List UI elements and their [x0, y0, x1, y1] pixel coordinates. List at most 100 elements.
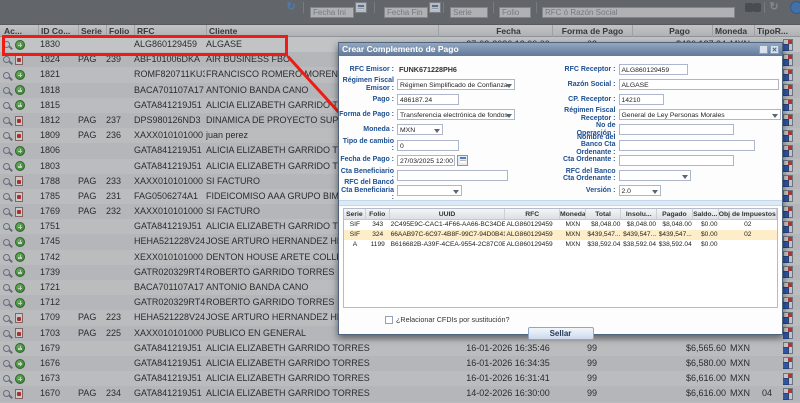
form-field: RFC del Banco Cta Beneficiaria : [339, 183, 561, 198]
cfdi-uuid: B616682B-A39F-4CEA-9554-2C87C0B9ED5A8 [390, 240, 506, 250]
field-input[interactable] [619, 124, 734, 135]
field-input[interactable]: 14210 [619, 94, 664, 105]
form-field: Forma de Pago : Transferencia electrónic… [339, 107, 561, 122]
field-input[interactable]: 27/03/2025 12:00 [397, 155, 455, 166]
field-input[interactable]: 486187.24 [397, 94, 459, 105]
sellar-button[interactable]: Sellar [528, 327, 594, 340]
form-field: RFC Receptor : ALG860129459 [561, 62, 783, 77]
crear-complemento-de-pago-dialog: Crear Complemento de Pago RFC Emisor : F… [338, 42, 783, 335]
field-label: Régimen Fiscal Emisor : [339, 77, 397, 92]
field-label: Razón Social : [561, 81, 619, 89]
cfdi-saldo: $0.00 [693, 240, 719, 250]
cfdi-row[interactable]: A 1199 B616682B-A39F-4CEA-9554-2C87C0B9E… [344, 240, 777, 250]
field-input[interactable]: MXN [397, 124, 443, 135]
field-input[interactable]: ALG860129459 [619, 64, 688, 75]
field-input[interactable]: FUNK671228PH6 [397, 64, 487, 75]
field-label: Versión : [561, 187, 619, 195]
cfdi-rfc: ALG860129459 [505, 220, 559, 230]
cfdi-grid-header: Serie Folio UUID RFC Moneda Total Insolu… [344, 209, 777, 220]
form-field: Pago : 486187.24 [339, 92, 561, 107]
column-header[interactable]: Obj de Impuestos [719, 209, 777, 219]
field-input[interactable] [397, 185, 462, 196]
field-input[interactable]: ALGASE [619, 79, 779, 90]
dialog-title: Crear Complemento de Pago [342, 43, 757, 56]
field-input[interactable]: Transferencia electrónica de fondos [397, 109, 515, 120]
column-header[interactable]: Pagado [657, 209, 693, 219]
form-field: Régimen Fiscal Emisor : Régimen Simplifi… [339, 77, 561, 92]
cfdi-uuid: 2C495E9C-CAC1-4F66-AA66-BC34DE2C5EDF [390, 220, 506, 230]
cfdi-serie: SIF [344, 220, 366, 230]
cfdi-moneda: MXN [560, 230, 586, 240]
field-input[interactable] [619, 170, 691, 181]
column-header[interactable]: Moneda [560, 209, 586, 219]
form-field: Razón Social : ALGASE [561, 77, 783, 92]
field-input[interactable] [619, 155, 734, 166]
field-label: Tipo de cambio : [339, 138, 397, 153]
field-input[interactable] [397, 170, 508, 181]
column-header[interactable]: Folio [366, 209, 390, 219]
cfdi-saldo: $0.00 [693, 230, 719, 240]
calendar-icon[interactable] [457, 155, 468, 166]
cfdi-folio: 1199 [366, 240, 390, 250]
column-header[interactable]: Serie [344, 209, 366, 219]
form-field: CP. Receptor : 14210 [561, 92, 783, 107]
cfdi-grid: Serie Folio UUID RFC Moneda Total Insolu… [343, 208, 778, 308]
form-field: Moneda : MXN [339, 122, 561, 137]
cfdi-saldo: $0.00 [693, 220, 719, 230]
column-header[interactable]: Total [586, 209, 622, 219]
column-header[interactable]: Saldo... [693, 209, 719, 219]
field-input[interactable]: Régimen Simplificado de Confianza [397, 79, 515, 90]
close-icon[interactable] [770, 45, 779, 54]
field-label: Nombre del Banco Cta Ordenante : [561, 134, 619, 157]
cfdi-folio: 324 [366, 230, 390, 240]
relacionar-cfdis-row: ¿Relacionar CFDIs por sustitución? [385, 315, 782, 324]
field-input[interactable] [619, 140, 755, 151]
cfdi-serie: A [344, 240, 366, 250]
form-field: Tipo de cambio : 0 [339, 137, 561, 152]
app-window: ↻ ↻ Ac... ID Co... Serie Folio RFC Clien… [0, 0, 800, 403]
cfdi-row[interactable]: SIF 343 2C495E9C-CAC1-4F66-AA66-BC34DE2C… [344, 220, 777, 230]
cfdi-pagado: $38,592.04 [657, 240, 693, 250]
field-input[interactable]: General de Ley Personas Morales [619, 109, 781, 120]
cfdi-serie: SIF [344, 230, 366, 240]
field-label: RFC Receptor : [561, 66, 619, 74]
field-label: Moneda : [339, 126, 397, 134]
cfdi-pagado: $439,547... [657, 230, 693, 240]
field-label: RFC del Banco Cta Beneficiaria : [339, 179, 397, 202]
field-label: RFC del Banco Cta Ordenante : [561, 168, 619, 183]
cfdi-obj-impuestos: 02 [719, 220, 777, 230]
cfdi-row[interactable]: SIF 324 66AAB97C-6C97-4B8F-99C7-94D0B418… [344, 230, 777, 240]
field-label: Cta Ordenante : [561, 156, 619, 164]
form-left-column: RFC Emisor : FUNK671228PH6 Régimen Fisca… [339, 62, 561, 198]
form-right-column: RFC Receptor : ALG860129459 Razón Social… [561, 62, 783, 198]
cfdi-moneda: MXN [560, 240, 586, 250]
column-header[interactable]: RFC [505, 209, 560, 219]
cfdi-obj-impuestos [719, 240, 777, 250]
checkbox-label: ¿Relacionar CFDIs por sustitución? [396, 315, 509, 324]
relacionar-cfdis-checkbox[interactable] [385, 316, 393, 324]
column-header[interactable]: UUID [390, 209, 506, 219]
field-input[interactable]: 2.0 [619, 185, 661, 196]
field-label: CP. Receptor : [561, 96, 619, 104]
column-header[interactable]: Insolu... [621, 209, 657, 219]
cfdi-grid-body: SIF 343 2C495E9C-CAC1-4F66-AA66-BC34DE2C… [344, 220, 777, 250]
cfdi-rfc: ALG860129459 [505, 230, 559, 240]
minimize-icon[interactable] [759, 45, 768, 54]
form-field: RFC Emisor : FUNK671228PH6 [339, 62, 561, 77]
cfdi-uuid: 66AAB97C-6C97-4B8F-99C7-94D0B4183A19 [390, 230, 506, 240]
form-field: Nombre del Banco Cta Ordenante : [561, 137, 783, 152]
cfdi-obj-impuestos: 02 [719, 230, 777, 240]
form-field: Fecha de Pago : 27/03/2025 12:00 [339, 153, 561, 168]
cfdi-insoluto: $38,592.04 [621, 240, 657, 250]
field-label: Fecha de Pago : [339, 156, 397, 164]
cfdi-folio: 343 [366, 220, 390, 230]
cfdi-total: $8,048.00 [586, 220, 622, 230]
cfdi-insoluto: $8,048.00 [621, 220, 657, 230]
form-field: RFC del Banco Cta Ordenante : [561, 168, 783, 183]
payment-form: RFC Emisor : FUNK671228PH6 Régimen Fisca… [339, 56, 782, 198]
cfdi-total: $439,547... [586, 230, 622, 240]
form-field: Régimen Fiscal Receptor : General de Ley… [561, 107, 783, 122]
field-input[interactable]: 0 [397, 140, 459, 151]
section-divider [339, 200, 782, 206]
cfdi-pagado: $8,048.00 [657, 220, 693, 230]
